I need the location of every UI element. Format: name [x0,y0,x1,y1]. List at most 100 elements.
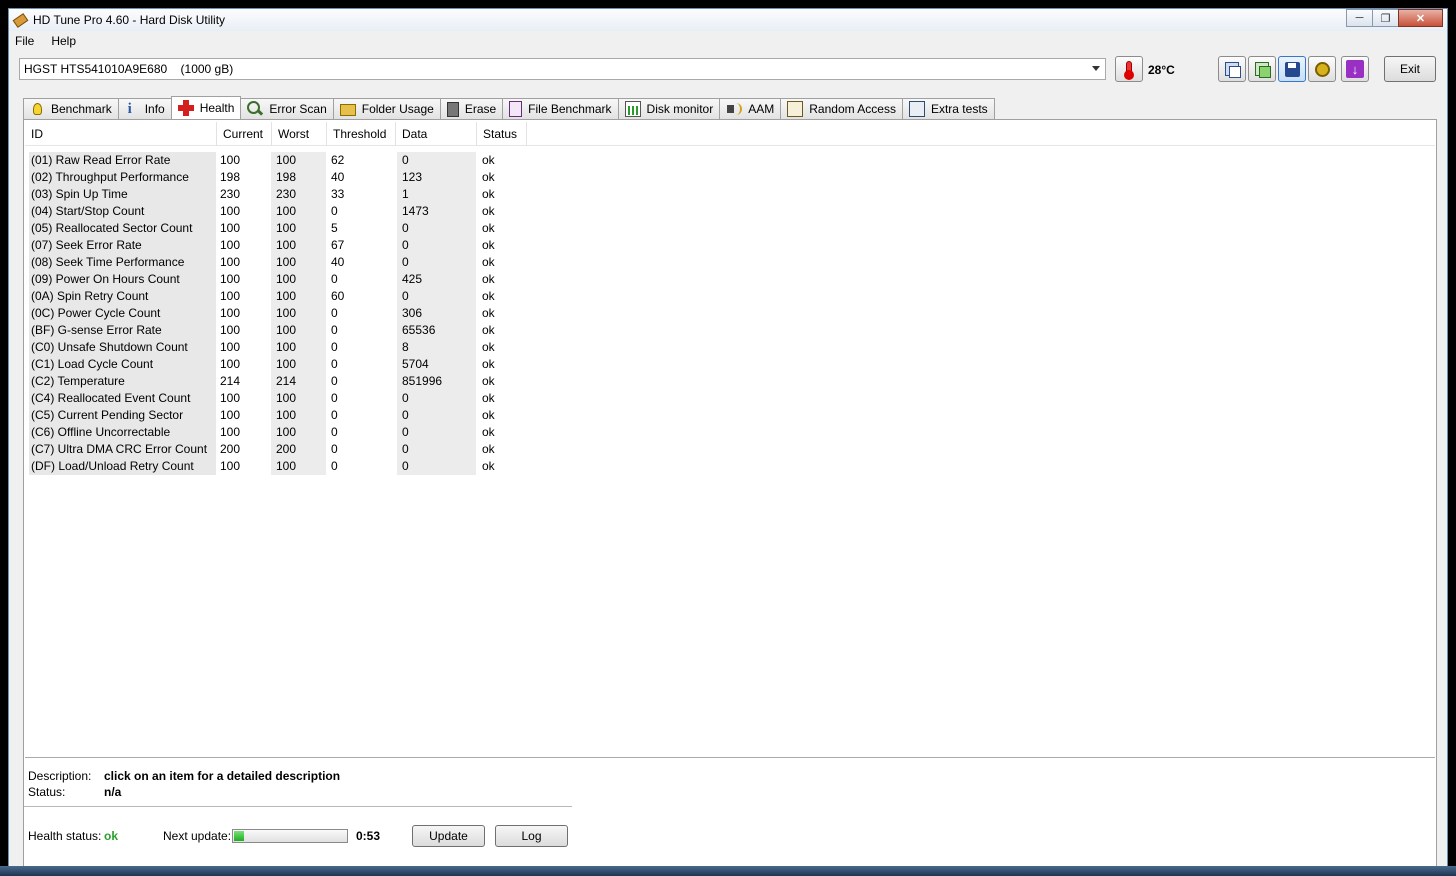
cell-worst: 200 [271,441,326,458]
tab-extra-tests[interactable]: Extra tests [901,98,995,119]
drive-select[interactable]: HGST HTS541010A9E680 (1000 gB) [19,58,1106,80]
download-button[interactable]: ↓ [1341,56,1369,82]
cell-worst: 100 [271,407,326,424]
table-row[interactable]: (04) Start/Stop Count 100 100 0 1473 ok [29,203,536,220]
table-row[interactable]: (C7) Ultra DMA CRC Error Count 200 200 0 0 ok [29,441,536,458]
tab-file-benchmark[interactable]: File Benchmark [502,98,619,119]
cell-data: 0 [397,152,476,169]
cell-id: (C5) Current Pending Sector [29,407,216,424]
app-logo-icon [13,13,27,27]
table-row[interactable]: (0C) Power Cycle Count 100 100 0 306 ok [29,305,536,322]
tab-benchmark[interactable]: Benchmark [23,98,119,119]
cell-current: 200 [216,441,271,458]
table-row[interactable]: (01) Raw Read Error Rate 100 100 62 0 ok [29,152,536,169]
cell-worst: 100 [271,322,326,339]
folder-icon [339,104,356,116]
cell-current: 100 [216,339,271,356]
tab-info[interactable]: i Info [117,98,172,119]
table-row[interactable]: (C1) Load Cycle Count 100 100 0 5704 ok [29,356,536,373]
table-row[interactable]: (C0) Unsafe Shutdown Count 100 100 0 8 ok [29,339,536,356]
table-row[interactable]: (05) Reallocated Sector Count 100 100 5 0 ok [29,220,536,237]
exit-button[interactable]: Exit [1384,56,1436,82]
speaker-icon [726,101,743,117]
cell-status: ok [482,289,495,303]
table-body: (01) Raw Read Error Rate 100 100 62 0 ok (02) … [29,152,536,475]
column-header-worst[interactable]: Worst [272,122,327,146]
tab-error-scan[interactable]: Error Scan [240,98,334,119]
maximize-button[interactable]: ❐ [1372,9,1399,27]
cell-data: 65536 [397,322,476,339]
minimize-button[interactable]: ─ [1346,9,1373,27]
table-row[interactable]: (C2) Temperature 214 214 0 851996 ok [29,373,536,390]
smart-attribute-list[interactable]: ID Current Worst Threshold Data Status (… [25,122,1435,758]
cell-worst: 100 [271,390,326,407]
title-bar[interactable]: HD Tune Pro 4.60 - Hard Disk Utility ─ ❐… [9,9,1447,31]
cell-status: ok [482,374,495,388]
tab-health[interactable]: Health [170,96,242,119]
menu-help[interactable]: Help [51,34,85,48]
cell-id: (C2) Temperature [29,373,216,390]
tab-random-access[interactable]: Random Access [780,98,903,119]
tab-folder-usage[interactable]: Folder Usage [332,98,441,119]
column-header-id[interactable]: ID [25,122,217,146]
copy-text-button[interactable] [1218,56,1246,82]
cell-threshold: 0 [326,322,397,339]
cell-id: (09) Power On Hours Count [29,271,216,288]
cell-data: 0 [397,407,476,424]
copy-screenshot-button[interactable] [1248,56,1276,82]
column-header-data[interactable]: Data [396,122,477,146]
table-row[interactable]: (BF) G-sense Error Rate 100 100 0 65536 ok [29,322,536,339]
cell-id: (05) Reallocated Sector Count [29,220,216,237]
cell-current: 100 [216,220,271,237]
table-row[interactable]: (08) Seek Time Performance 100 100 40 0 ok [29,254,536,271]
save-button[interactable] [1278,56,1306,82]
health-status-value: ok [104,829,119,843]
tab-label: Random Access [809,102,896,116]
cell-status: ok [482,306,495,320]
cell-threshold: 40 [326,169,397,186]
table-row[interactable]: (C6) Offline Uncorrectable 100 100 0 0 ok [29,424,536,441]
log-button[interactable]: Log [495,825,568,847]
cell-current: 100 [216,424,271,441]
table-row[interactable]: (02) Throughput Performance 198 198 40 123 ok [29,169,536,186]
column-header-threshold[interactable]: Threshold [327,122,396,146]
cell-id: (DF) Load/Unload Retry Count [29,458,216,475]
update-button[interactable]: Update [412,825,485,847]
cell-id: (C7) Ultra DMA CRC Error Count [29,441,216,458]
cell-status: ok [482,408,495,422]
menu-file[interactable]: File [15,34,43,48]
cell-threshold: 0 [326,390,397,407]
tab-label: Extra tests [930,102,988,116]
table-row[interactable]: (0A) Spin Retry Count 100 100 60 0 ok [29,288,536,305]
close-button[interactable]: ✕ [1398,9,1443,27]
cell-data: 0 [397,288,476,305]
table-row[interactable]: (09) Power On Hours Count 100 100 0 425 ok [29,271,536,288]
tab-label: Health [199,101,235,115]
tab-label: Folder Usage [361,102,434,116]
table-row[interactable]: (C4) Reallocated Event Count 100 100 0 0 ok [29,390,536,407]
cell-worst: 100 [271,356,326,373]
cell-current: 100 [216,203,271,220]
tab-bar: Benchmark i Info Health Error Scan Folde… [23,96,995,119]
column-header-current[interactable]: Current [217,122,272,146]
options-button[interactable] [1308,56,1336,82]
cell-data: 0 [397,458,476,475]
column-header-status[interactable]: Status [477,122,527,146]
cell-current: 100 [216,152,271,169]
tab-disk-monitor[interactable]: Disk monitor [617,98,721,119]
temperature-button[interactable] [1115,56,1143,82]
cell-current: 100 [216,237,271,254]
tab-aam[interactable]: AAM [719,98,782,119]
cell-current: 100 [216,254,271,271]
table-row[interactable]: (07) Seek Error Rate 100 100 67 0 ok [29,237,536,254]
options-icon [1314,61,1330,77]
tab-erase[interactable]: Erase [439,98,504,119]
cell-threshold: 67 [326,237,397,254]
cell-worst: 198 [271,169,326,186]
table-row[interactable]: (03) Spin Up Time 230 230 33 1 ok [29,186,536,203]
health-panel: ID Current Worst Threshold Data Status (… [23,119,1437,867]
table-row[interactable]: (DF) Load/Unload Retry Count 100 100 0 0 ok [29,458,536,475]
table-row[interactable]: (C5) Current Pending Sector 100 100 0 0 ok [29,407,536,424]
cell-status: ok [482,391,495,405]
tab-label: File Benchmark [528,102,612,116]
